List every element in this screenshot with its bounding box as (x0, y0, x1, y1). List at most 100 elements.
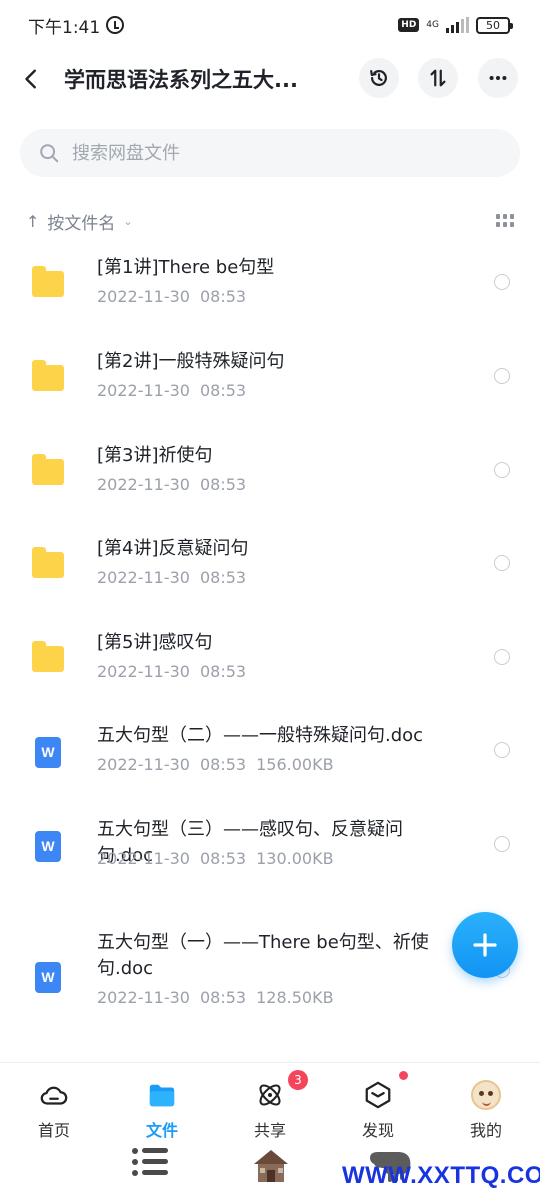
tab-discover-label: 发现 (361, 1121, 394, 1140)
share-badge: 3 (288, 1070, 308, 1090)
search-input[interactable] (72, 142, 472, 164)
file-date: 2022-11-30 (97, 568, 190, 587)
system-nav-bar: WWW.XXTTQ.COM (0, 1142, 540, 1200)
list-item[interactable]: [第1讲]There be句型 2022-11-30 08:53 (0, 255, 540, 315)
word-doc-icon: W (35, 737, 61, 768)
back-button[interactable] (0, 52, 64, 106)
list-item[interactable]: [第2讲]一般特殊疑问句 2022-11-30 08:53 (0, 349, 540, 409)
file-date: 2022-11-30 (97, 662, 190, 681)
more-icon (489, 75, 507, 81)
discover-dot (399, 1071, 408, 1080)
plus-icon (473, 933, 497, 957)
file-time: 08:53 (199, 988, 247, 1007)
file-date: 2022-11-30 (97, 475, 190, 494)
file-name: 五大句型（二）——一般特殊疑问句.doc (97, 725, 424, 746)
list-item[interactable]: W 五大句型（二）——一般特殊疑问句.doc 2022-11-30 08:53 156.… (0, 723, 540, 783)
sort-bar: ↑ 按文件名 ⌄ (26, 205, 514, 237)
sort-arrow-icon: ↑ (26, 211, 40, 231)
signal-icon (446, 17, 469, 33)
file-name: [第2讲]一般特殊疑问句 (97, 351, 285, 372)
cube-icon (365, 1081, 391, 1109)
file-time: 08:53 (199, 568, 247, 587)
search-bar[interactable] (20, 129, 520, 177)
sort-label: 按文件名 (47, 213, 116, 234)
avatar (471, 1080, 501, 1110)
select-radio[interactable] (494, 368, 510, 384)
file-name: 五大句型（一）——There be句型、祈使句.doc (97, 932, 429, 979)
file-time: 08:53 (199, 381, 247, 400)
battery-level: 50 (486, 18, 500, 32)
file-date: 2022-11-30 (97, 755, 190, 774)
folder-icon (149, 1084, 175, 1107)
page-title: 学而思语法系列之五大... (64, 68, 298, 92)
select-radio[interactable] (494, 555, 510, 571)
history-button[interactable] (359, 58, 399, 98)
more-button[interactable] (478, 58, 518, 98)
network-label: 4G (426, 19, 439, 30)
file-size: 130.00KB (256, 849, 334, 868)
file-meta: 2022-11-30 08:53 (97, 568, 256, 587)
select-radio[interactable] (494, 742, 510, 758)
file-size: 156.00KB (256, 755, 334, 774)
select-radio[interactable] (494, 274, 510, 290)
file-time: 08:53 (199, 662, 247, 681)
select-radio[interactable] (494, 462, 510, 478)
list-item[interactable]: [第5讲]感叹句 2022-11-30 08:53 (0, 630, 540, 690)
network-indicator: 4G (426, 19, 439, 30)
list-item[interactable]: [第4讲]反意疑问句 2022-11-30 08:53 (0, 536, 540, 596)
file-name: [第1讲]There be句型 (97, 257, 275, 278)
add-button[interactable] (452, 912, 518, 978)
tab-files[interactable]: 文件 (117, 1079, 207, 1141)
tab-mine[interactable]: 我的 (441, 1079, 531, 1141)
file-meta: 2022-11-30 08:53 130.00KB (97, 849, 344, 868)
file-meta: 2022-11-30 08:53 (97, 287, 256, 306)
file-size: 128.50KB (256, 988, 334, 1007)
search-icon (40, 144, 59, 163)
history-icon (370, 70, 387, 86)
file-meta: 2022-11-30 08:53 128.50KB (97, 988, 344, 1007)
file-name: [第3讲]祈使句 (97, 445, 213, 466)
sort-button[interactable]: ↑ 按文件名 ⌄ (26, 209, 133, 234)
back-arrow-icon (25, 69, 36, 89)
home-house-icon[interactable] (250, 1144, 292, 1186)
folder-icon (32, 454, 64, 485)
bottom-nav: 首页 文件 3 共享 发现 我的 (0, 1062, 540, 1142)
tab-home-label: 首页 (37, 1121, 70, 1140)
folder-icon (32, 547, 64, 578)
file-time: 08:53 (199, 287, 247, 306)
file-date: 2022-11-30 (97, 287, 190, 306)
watermark: WWW.XXTTQ.COM (342, 1162, 540, 1189)
tab-share[interactable]: 3 共享 (225, 1070, 315, 1141)
file-meta: 2022-11-30 08:53 (97, 662, 256, 681)
grid-view-icon[interactable] (496, 214, 514, 228)
select-radio[interactable] (494, 649, 510, 665)
tab-home[interactable]: 首页 (9, 1079, 99, 1141)
atom-icon (259, 1084, 281, 1106)
sort-swap-icon (430, 69, 446, 87)
alarm-icon (106, 16, 125, 34)
folder-icon (32, 266, 64, 297)
file-name: [第5讲]感叹句 (97, 632, 213, 653)
file-time: 08:53 (199, 755, 247, 774)
file-date: 2022-11-30 (97, 988, 190, 1007)
status-bar: 下午1:41 HD 4G 50 (0, 0, 540, 50)
battery-icon: 50 (476, 16, 513, 34)
file-meta: 2022-11-30 08:53 (97, 475, 256, 494)
file-time: 08:53 (199, 475, 247, 494)
tab-share-label: 共享 (253, 1121, 286, 1140)
file-meta: 2022-11-30 08:53 156.00KB (97, 755, 344, 774)
status-time: 下午1:41 (28, 17, 101, 38)
file-date: 2022-11-30 (97, 849, 190, 868)
hd-icon: HD (398, 18, 420, 32)
word-doc-icon: W (35, 831, 61, 862)
folder-icon (32, 360, 64, 391)
transfer-button[interactable] (418, 58, 458, 98)
file-date: 2022-11-30 (97, 381, 190, 400)
tab-discover[interactable]: 发现 (333, 1071, 423, 1141)
menu-icon[interactable] (132, 1148, 168, 1184)
select-radio[interactable] (494, 836, 510, 852)
list-item[interactable]: [第3讲]祈使句 2022-11-30 08:53 (0, 443, 540, 503)
header: 学而思语法系列之五大... (0, 52, 540, 106)
list-item[interactable]: W 五大句型（三）——感叹句、反意疑问句.doc 2022-11-30 08:53 13… (0, 817, 540, 877)
file-meta: 2022-11-30 08:53 (97, 381, 256, 400)
